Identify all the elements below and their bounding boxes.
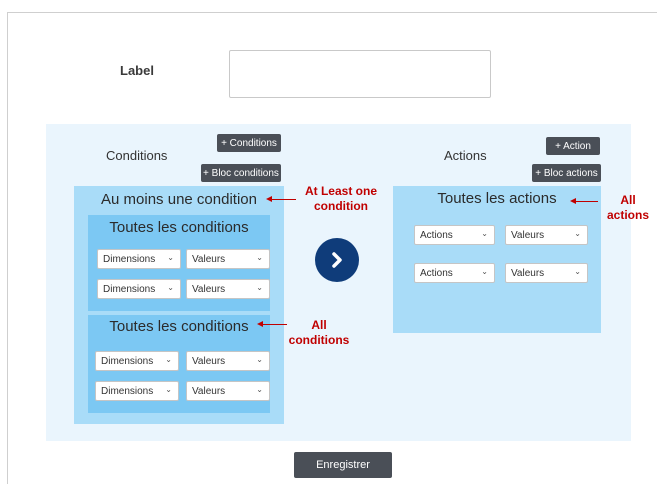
- actions-outer-box: Toutes les actions: [393, 186, 601, 333]
- annotation-text: At Least one: [304, 184, 377, 198]
- annotation-text: conditions: [288, 333, 350, 347]
- chevron-down-icon: ⌄: [167, 253, 174, 262]
- dimension-select-value: Dimensions: [101, 385, 154, 397]
- conditions-block-2-title: Toutes les conditions: [109, 318, 249, 335]
- dimension-select-value: Dimensions: [103, 283, 156, 295]
- action-select-value: Actions: [420, 229, 453, 241]
- next-arrow-button[interactable]: [315, 238, 359, 282]
- value-select[interactable]: Valeurs ⌄: [186, 351, 270, 371]
- annotation-text: All: [620, 193, 636, 207]
- label-input[interactable]: [229, 50, 491, 98]
- chevron-down-icon: ⌄: [256, 253, 263, 262]
- chevron-down-icon: ⌄: [481, 267, 488, 276]
- chevron-down-icon: ⌄: [574, 229, 581, 238]
- add-conditions-button[interactable]: + Conditions: [217, 134, 281, 152]
- chevron-down-icon: ⌄: [165, 385, 172, 394]
- chevron-right-icon: [332, 252, 342, 268]
- dimension-select-value: Dimensions: [101, 355, 154, 367]
- action-select[interactable]: Actions ⌄: [414, 225, 495, 245]
- dimension-select[interactable]: Dimensions ⌄: [95, 351, 179, 371]
- annotation-at-least-one: At Least one condition: [298, 184, 384, 214]
- dimension-select[interactable]: Dimensions ⌄: [97, 279, 181, 299]
- annotation-all-actions: All actions: [600, 193, 656, 223]
- value-select-value: Valeurs: [192, 253, 226, 265]
- conditions-title: Conditions: [106, 148, 168, 163]
- annotation-text: condition: [314, 199, 368, 213]
- actions-title: Actions: [444, 148, 487, 163]
- value-select[interactable]: Valeurs ⌄: [186, 279, 270, 299]
- dimension-select[interactable]: Dimensions ⌄: [97, 249, 181, 269]
- top-border: [7, 12, 657, 13]
- dimension-select-value: Dimensions: [103, 253, 156, 265]
- annotation-all-conditions: All conditions: [286, 318, 352, 348]
- value-select-value: Valeurs: [511, 267, 545, 279]
- add-action-button[interactable]: + Action: [546, 137, 600, 155]
- value-select[interactable]: Valeurs ⌄: [505, 263, 588, 283]
- dimension-select[interactable]: Dimensions ⌄: [95, 381, 179, 401]
- conditions-outer-title: Au moins une condition: [101, 191, 257, 208]
- add-bloc-conditions-button[interactable]: + Bloc conditions: [201, 164, 281, 182]
- left-border: [7, 12, 8, 484]
- value-select[interactable]: Valeurs ⌄: [186, 249, 270, 269]
- action-select-value: Actions: [420, 267, 453, 279]
- value-select-value: Valeurs: [192, 385, 226, 397]
- value-select-value: Valeurs: [511, 229, 545, 241]
- annotation-text: actions: [606, 208, 649, 222]
- conditions-block-1-title: Toutes les conditions: [109, 219, 249, 236]
- chevron-down-icon: ⌄: [256, 283, 263, 292]
- chevron-down-icon: ⌄: [481, 229, 488, 238]
- save-button[interactable]: Enregistrer: [294, 452, 392, 478]
- add-bloc-actions-button[interactable]: + Bloc actions: [532, 164, 601, 182]
- annotation-text: All: [311, 318, 327, 332]
- chevron-down-icon: ⌄: [256, 355, 263, 364]
- chevron-down-icon: ⌄: [167, 283, 174, 292]
- chevron-down-icon: ⌄: [256, 385, 263, 394]
- chevron-down-icon: ⌄: [574, 267, 581, 276]
- chevron-down-icon: ⌄: [165, 355, 172, 364]
- value-select-value: Valeurs: [192, 283, 226, 295]
- annotation-line: [272, 199, 296, 200]
- annotation-line: [576, 201, 598, 202]
- value-select[interactable]: Valeurs ⌄: [186, 381, 270, 401]
- value-select-value: Valeurs: [192, 355, 226, 367]
- value-select[interactable]: Valeurs ⌄: [505, 225, 588, 245]
- label-caption: Label: [120, 63, 154, 78]
- annotation-line: [263, 324, 287, 325]
- action-select[interactable]: Actions ⌄: [414, 263, 495, 283]
